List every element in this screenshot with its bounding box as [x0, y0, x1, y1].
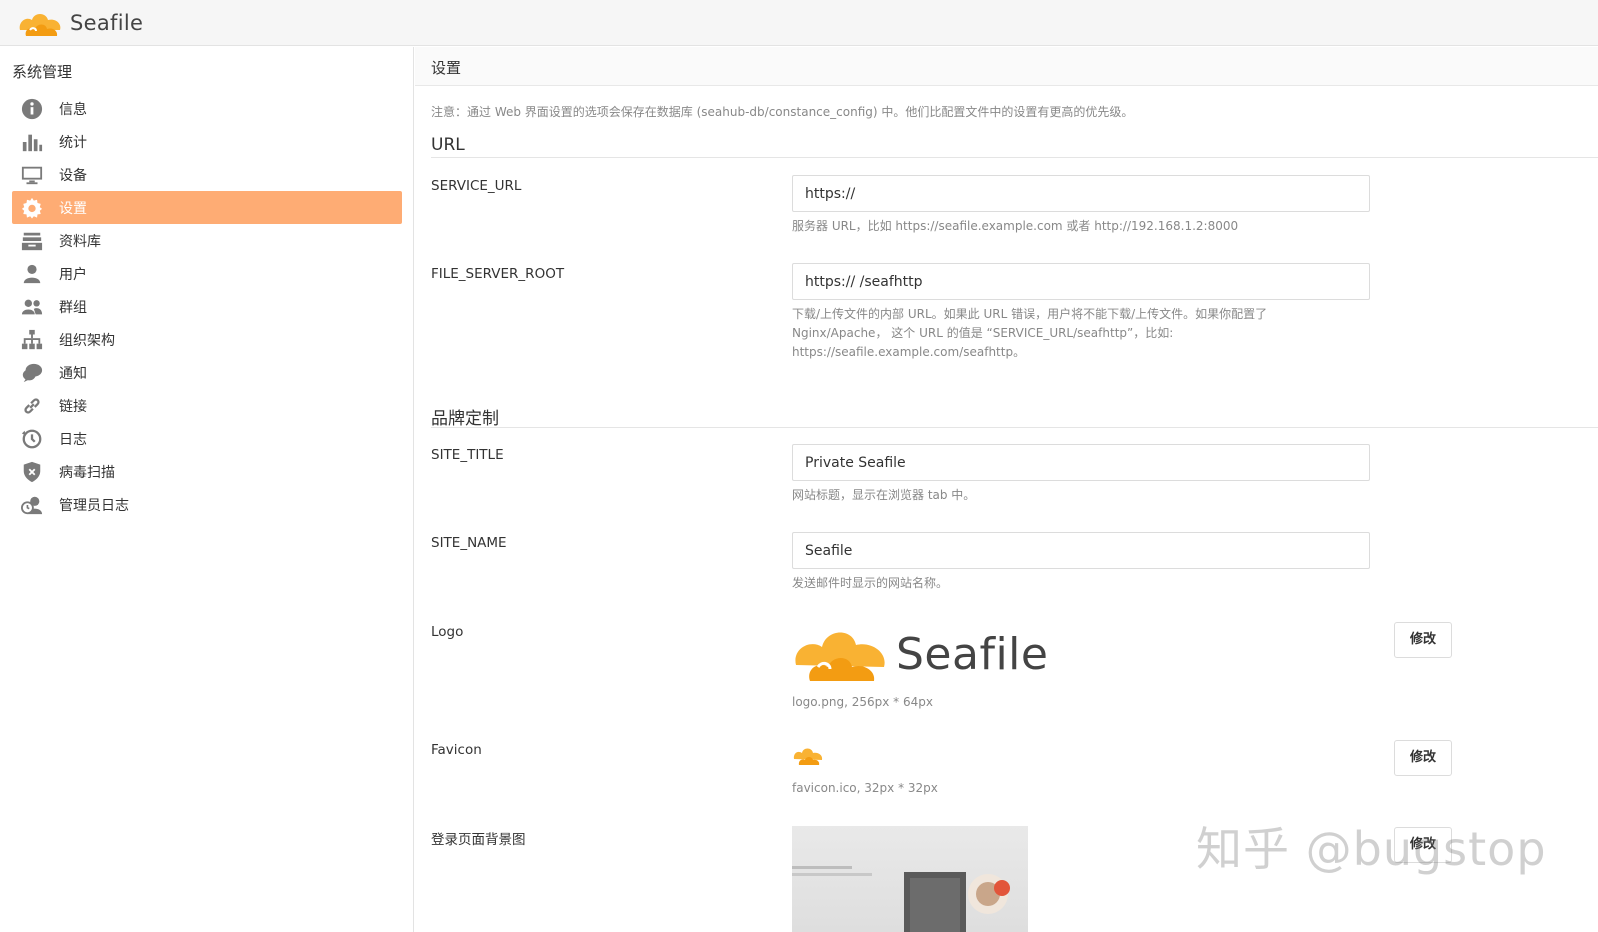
- site-title-label: SITE_TITLE: [431, 447, 504, 463]
- sidebar-item-label: 通知: [59, 365, 87, 382]
- seafile-favicon-image: [793, 748, 823, 765]
- info-icon: [20, 97, 44, 121]
- sidebar-item-groups[interactable]: 群组: [12, 290, 402, 323]
- site-title-help: 网站标题，显示在浏览器 tab 中。: [792, 488, 976, 502]
- section-divider: [431, 427, 1598, 428]
- watermark-text: 知乎 @bugstop: [1196, 822, 1547, 876]
- change-favicon-button[interactable]: 修改: [1394, 740, 1452, 776]
- history-icon: [20, 427, 44, 451]
- site-name-help: 发送邮件时显示的网站名称。: [792, 576, 949, 590]
- site-name-label: SITE_NAME: [431, 535, 507, 551]
- sidebar-item-statistics[interactable]: 统计: [12, 125, 402, 158]
- chat-icon: [20, 361, 44, 385]
- sidebar-item-devices[interactable]: 设备: [12, 158, 402, 191]
- top-header: Seafile: [0, 0, 1598, 46]
- settings-notice: 注意：通过 Web 界面设置的选项会保存在数据库 (seahub-db/cons…: [431, 105, 1134, 119]
- link-icon: [20, 394, 44, 418]
- favicon-help: favicon.ico, 32px * 32px: [792, 781, 938, 795]
- sidebar-item-libraries[interactable]: 资料库: [12, 224, 402, 257]
- sidebar-item-logs[interactable]: 日志: [12, 422, 402, 455]
- sidebar-item-notifications[interactable]: 通知: [12, 356, 402, 389]
- admin-sidebar: 系统管理 信息 统计 设备 设置 资料库 用户 群组 组织架构 通知 链接 日志…: [0, 47, 414, 932]
- logo-text: Seafile: [896, 628, 1049, 680]
- sidebar-item-label: 日志: [59, 431, 87, 448]
- sidebar-item-info[interactable]: 信息: [12, 92, 402, 125]
- login-bg-label: 登录页面背景图: [431, 832, 526, 848]
- favicon-label: Favicon: [431, 742, 482, 758]
- login-background-preview: [792, 826, 1028, 932]
- sidebar-item-organization[interactable]: 组织架构: [12, 323, 402, 356]
- section-title-url: URL: [431, 135, 465, 155]
- logo-preview: Seafile: [792, 619, 1052, 689]
- sidebar-item-label: 病毒扫描: [59, 464, 115, 481]
- bar-chart-icon: [20, 130, 44, 154]
- help-line: Nginx/Apache， 这个 URL 的值是 “SERVICE_URL/se…: [792, 326, 1174, 340]
- group-icon: [20, 295, 44, 319]
- sidebar-item-label: 设备: [59, 167, 87, 184]
- change-logo-button[interactable]: 修改: [1394, 622, 1452, 658]
- file-server-root-label: FILE_SERVER_ROOT: [431, 266, 565, 282]
- site-name-input[interactable]: [792, 532, 1370, 569]
- section-title-branding: 品牌定制: [431, 409, 499, 429]
- favicon-preview: [792, 744, 826, 768]
- sidebar-item-settings[interactable]: 设置: [12, 191, 402, 224]
- service-url-input[interactable]: [792, 175, 1370, 212]
- sidebar-nav: 信息 统计 设备 设置 资料库 用户 群组 组织架构 通知 链接 日志 病毒扫描…: [12, 92, 402, 521]
- shield-icon: [20, 460, 44, 484]
- logo-help: logo.png, 256px * 64px: [792, 695, 933, 709]
- sidebar-item-label: 统计: [59, 134, 87, 151]
- admin-log-icon: [20, 493, 44, 517]
- sidebar-item-label: 组织架构: [59, 332, 115, 349]
- user-icon: [20, 262, 44, 286]
- file-server-root-input[interactable]: [792, 263, 1370, 300]
- help-line: 下载/上传文件的内部 URL。如果此 URL 错误，用户将不能下载/上传文件。如…: [792, 307, 1268, 321]
- sidebar-heading: 系统管理: [12, 63, 73, 81]
- sidebar-item-label: 管理员日志: [59, 497, 129, 514]
- page-header: 设置: [415, 47, 1598, 86]
- sidebar-item-links[interactable]: 链接: [12, 389, 402, 422]
- seafile-logo[interactable]: Seafile: [16, 6, 143, 40]
- sidebar-item-label: 群组: [59, 299, 87, 316]
- logo-label: Logo: [431, 624, 464, 640]
- monitor-icon: [20, 163, 44, 187]
- desk-photo-image: [792, 866, 1010, 932]
- sidebar-item-label: 设置: [59, 200, 87, 217]
- brand-name: Seafile: [70, 11, 144, 35]
- sidebar-item-label: 资料库: [59, 233, 101, 250]
- site-title-input[interactable]: [792, 444, 1370, 481]
- sidebar-item-users[interactable]: 用户: [12, 257, 402, 290]
- help-line: https://seafile.example.com/seafhttp。: [792, 345, 1026, 359]
- settings-panel: 设置 注意：通过 Web 界面设置的选项会保存在数据库 (seahub-db/c…: [415, 47, 1598, 932]
- sidebar-item-virus-scan[interactable]: 病毒扫描: [12, 455, 402, 488]
- seafile-logo-image: [795, 632, 885, 681]
- sidebar-item-admin-logs[interactable]: 管理员日志: [12, 488, 402, 521]
- page-title: 设置: [431, 59, 462, 77]
- gear-icon: [20, 196, 44, 220]
- section-divider: [431, 157, 1598, 158]
- org-chart-icon: [20, 328, 44, 352]
- service-url-label: SERVICE_URL: [431, 178, 522, 194]
- seafile-cloud-icon: [19, 14, 61, 36]
- library-icon: [20, 229, 44, 253]
- sidebar-item-label: 信息: [59, 101, 87, 118]
- file-server-root-help: 下载/上传文件的内部 URL。如果此 URL 错误，用户将不能下载/上传文件。如…: [792, 305, 1267, 362]
- service-url-help: 服务器 URL，比如 https://seafile.example.com 或…: [792, 219, 1239, 233]
- sidebar-item-label: 链接: [59, 398, 87, 415]
- sidebar-item-label: 用户: [59, 266, 87, 283]
